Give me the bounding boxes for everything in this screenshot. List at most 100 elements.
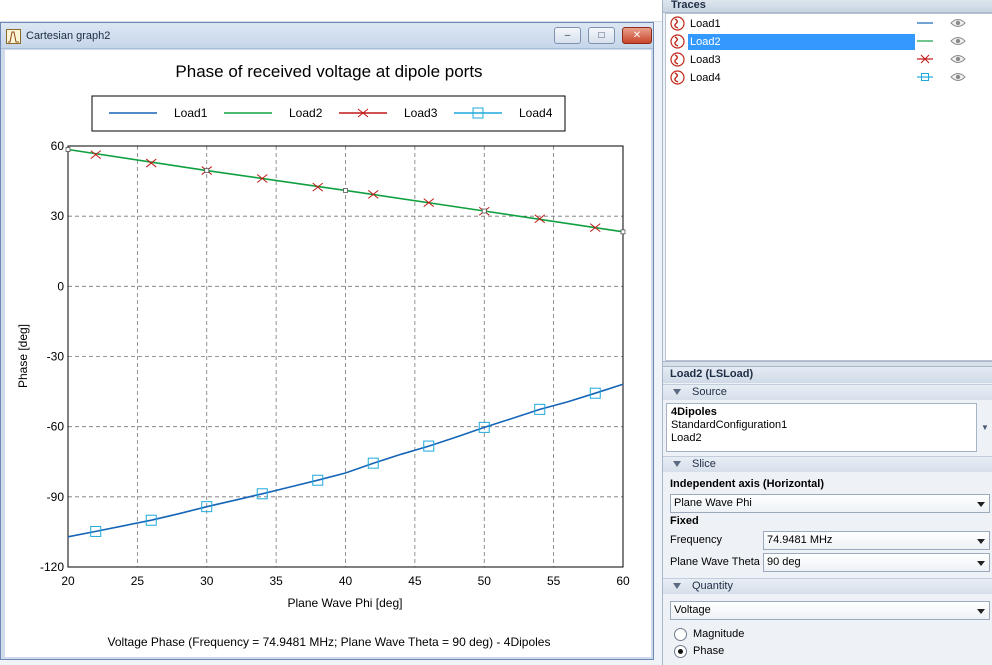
x-tick-label: 35 [269, 574, 283, 588]
chevron-down-icon [977, 609, 985, 614]
slice-group-label: Slice [692, 458, 716, 470]
collapse-triangle-icon[interactable] [673, 583, 681, 589]
legend-label: Load2 [289, 106, 323, 120]
trace-icon [670, 34, 685, 49]
chevron-down-icon [977, 539, 985, 544]
frequency-select[interactable]: 74.9481 MHz [763, 531, 990, 550]
trace-row-load3[interactable]: Load3 [666, 51, 992, 69]
cross-marker-icon [917, 54, 933, 64]
trace-label: Load1 [690, 18, 721, 30]
line-icon [917, 40, 933, 42]
trace-row-load2[interactable]: Load2 [666, 33, 992, 51]
y-tick-label: 30 [51, 209, 65, 223]
right-panel: Traces Load1 Load2 Load3 Load4 Load2 (LSLoa… [662, 0, 992, 665]
trace-row-load4[interactable]: Load4 [666, 69, 992, 87]
trace-label: Load4 [690, 72, 721, 84]
chart-legend: Load1 Load2 Load3 Load4 [91, 95, 566, 132]
source-group-label: Source [692, 386, 727, 398]
quantity-group-label: Quantity [692, 580, 733, 592]
minimize-icon: – [564, 29, 571, 41]
traces-list[interactable]: Load1 Load2 Load3 Load4 [665, 13, 992, 361]
slice-group-header[interactable]: Slice [663, 456, 992, 472]
trace-icon [670, 70, 685, 85]
collapse-triangle-icon[interactable] [673, 389, 681, 395]
eye-icon[interactable] [950, 36, 966, 46]
eye-icon[interactable] [950, 18, 966, 28]
independent-axis-label: Independent axis (Horizontal) [670, 478, 825, 490]
legend-label: Load3 [404, 106, 438, 120]
graph-window-title: Cartesian graph2 [26, 30, 111, 42]
phase-radio-label: Phase [693, 645, 725, 657]
y-tick-label: -60 [47, 420, 65, 434]
x-tick-label: 60 [616, 574, 630, 588]
plot-grid [68, 146, 623, 567]
trace-icon [670, 52, 685, 67]
legend-label: Load4 [519, 106, 553, 120]
y-axis-ticks: 60 30 0 -30 -60 -90 -120 [40, 139, 64, 574]
quantity-group-header[interactable]: Quantity [663, 578, 992, 594]
minimize-button[interactable]: – [554, 27, 581, 44]
y-tick-label: -30 [47, 350, 65, 364]
graph-app-icon [6, 29, 21, 44]
x-tick-label: 25 [131, 574, 145, 588]
source-load-name: Load2 [671, 432, 702, 444]
cartesian-chart[interactable]: Phase of received voltage at dipole port… [5, 50, 651, 657]
magnitude-radio-label: Magnitude [693, 628, 745, 640]
quantity-select[interactable]: Voltage [670, 601, 990, 620]
data-point-load2 [204, 168, 210, 173]
fixed-label: Fixed [670, 515, 699, 527]
close-button[interactable]: ✕ [622, 27, 652, 44]
plane-wave-theta-label: Plane Wave Theta [670, 556, 760, 568]
y-axis-label: Phase [deg] [16, 324, 30, 388]
source-model-name: 4Dipoles [671, 406, 717, 418]
chart-title: Phase of received voltage at dipole port… [175, 62, 482, 81]
x-tick-label: 55 [547, 574, 561, 588]
data-point-load2 [620, 229, 626, 235]
trace-label: Load3 [690, 54, 721, 66]
x-axis-label: Plane Wave Phi [deg] [288, 596, 403, 610]
legend-label: Load1 [174, 106, 208, 120]
y-tick-label: -90 [47, 490, 65, 504]
x-tick-label: 20 [61, 574, 75, 588]
graph-window[interactable]: Cartesian graph2 – □ ✕ Phase of received… [0, 22, 654, 660]
x-tick-label: 40 [339, 574, 353, 588]
trace-label: Load2 [688, 34, 915, 50]
eye-icon[interactable] [950, 54, 966, 64]
data-point-load2 [343, 188, 348, 193]
chevron-down-icon [977, 502, 985, 507]
phase-radio-button[interactable] [674, 645, 687, 658]
source-selector[interactable]: 4Dipoles StandardConfiguration1 Load2 [666, 403, 977, 452]
x-tick-label: 50 [478, 574, 492, 588]
frequency-value: 74.9481 MHz [767, 534, 833, 546]
source-group-header[interactable]: Source [663, 384, 992, 400]
data-point-load2 [65, 147, 71, 152]
square-marker-icon [917, 73, 933, 81]
collapse-triangle-icon[interactable] [673, 461, 681, 467]
data-point-load2 [481, 208, 487, 214]
line-icon [917, 22, 933, 24]
graph-window-titlebar[interactable]: Cartesian graph2 – □ ✕ [1, 23, 653, 49]
chart-footer-label: Voltage Phase (Frequency = 74.9481 MHz; … [108, 635, 551, 649]
frequency-label: Frequency [670, 534, 722, 546]
trace-row-load1[interactable]: Load1 [666, 15, 992, 33]
source-dropdown-arrow-icon[interactable]: ▼ [981, 423, 989, 432]
trace-icon [670, 16, 685, 31]
magnitude-radio-button[interactable] [674, 628, 687, 641]
graph-canvas[interactable]: Phase of received voltage at dipole port… [5, 50, 651, 657]
maximize-button[interactable]: □ [588, 27, 615, 44]
y-tick-label: 60 [51, 139, 65, 153]
x-tick-label: 45 [408, 574, 422, 588]
properties-title: Load2 (LSLoad) [663, 367, 992, 383]
maximize-icon: □ [598, 29, 605, 41]
close-icon: ✕ [632, 29, 642, 41]
plane-wave-theta-value: 90 deg [767, 556, 801, 568]
independent-axis-value: Plane Wave Phi [674, 497, 752, 509]
eye-icon[interactable] [950, 72, 966, 82]
source-configuration-name: StandardConfiguration1 [671, 419, 788, 431]
workspace-top-strip [0, 0, 662, 22]
x-axis-ticks: 20 25 30 35 40 45 50 55 60 [61, 574, 630, 588]
y-tick-label: 0 [57, 279, 64, 293]
independent-axis-select[interactable]: Plane Wave Phi [670, 494, 990, 513]
traces-header: Traces [663, 0, 992, 13]
plane-wave-theta-select[interactable]: 90 deg [763, 553, 990, 572]
